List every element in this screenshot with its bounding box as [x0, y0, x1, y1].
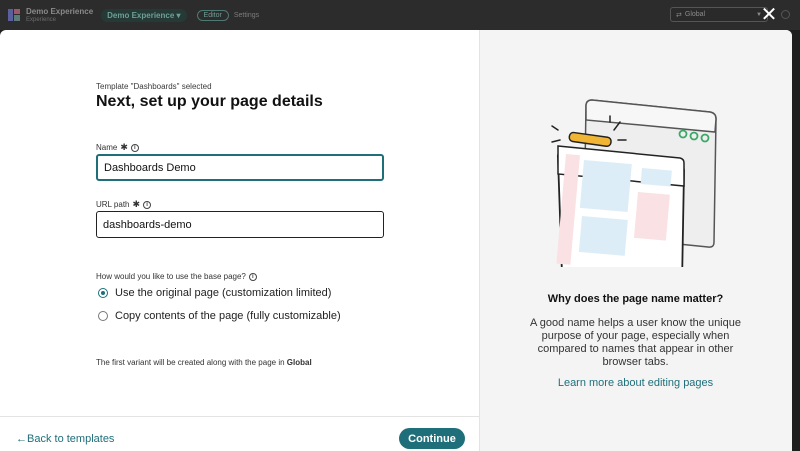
base-page-question: How would you like to use the base page?… [96, 272, 257, 281]
url-label-text: URL path [96, 200, 130, 209]
option-copy-page[interactable]: Copy contents of the page (fully customi… [98, 310, 341, 322]
modal-footer: ←Back to templates Continue [0, 416, 480, 451]
app-name: Demo Experience Experience [26, 6, 94, 23]
selected-template-label: Template "Dashboards" selected [96, 82, 212, 91]
option-original-label: Use the original page (customization lim… [115, 287, 332, 299]
name-input[interactable] [96, 154, 384, 181]
help-panel: Why does the page name matter? A good na… [480, 30, 792, 451]
back-to-templates-link[interactable]: ←Back to templates [16, 433, 114, 445]
help-heading: Why does the page name matter? [547, 293, 724, 305]
help-icon[interactable] [781, 10, 790, 19]
learn-more-link[interactable]: Learn more about editing pages [480, 377, 791, 389]
app-subtitle: Experience [26, 16, 57, 23]
radio-checked[interactable] [98, 288, 108, 298]
url-field-label: URL path ✱ i [96, 199, 152, 210]
required-asterisk-icon: ✱ [120, 142, 128, 152]
radio-unchecked[interactable] [98, 311, 108, 321]
app-header: Demo Experience Experience Demo Experien… [0, 0, 800, 30]
back-label: Back to templates [27, 433, 115, 445]
footnote-locale: Global [286, 358, 312, 367]
arrow-left-icon: ← [16, 433, 27, 445]
close-icon[interactable]: ✕ [760, 5, 778, 25]
experience-select[interactable]: Demo Experience ▾ [101, 8, 187, 22]
page-details-form: Template "Dashboards" selected Next, set… [0, 30, 480, 451]
experience-select-label: Demo Experience [107, 10, 175, 20]
mode-editor[interactable]: Editor [196, 9, 229, 21]
name-field-label: Name ✱ i [96, 142, 139, 153]
info-icon[interactable]: i [143, 200, 152, 209]
app-logo-icon [8, 9, 20, 21]
base-page-question-text: How would you like to use the base page? [96, 272, 246, 281]
mode-toggle[interactable]: Editor Settings [196, 9, 259, 21]
page-title: Next, set up your page details [96, 93, 323, 110]
footnote-text: The first variant will be created along … [96, 358, 287, 367]
url-path-input[interactable] [96, 211, 384, 238]
mode-settings[interactable]: Settings [234, 12, 259, 19]
option-original-page[interactable]: Use the original page (customization lim… [98, 287, 331, 299]
locale-select[interactable]: ⇄ Global ▼ [670, 7, 768, 22]
create-page-modal: Template "Dashboards" selected Next, set… [0, 30, 792, 451]
browser-window-illustration [551, 99, 717, 267]
option-copy-label: Copy contents of the page (fully customi… [115, 310, 341, 322]
required-asterisk-icon: ✱ [132, 199, 141, 209]
language-icon: ⇄ [676, 11, 682, 19]
name-label-text: Name [96, 143, 118, 152]
info-icon[interactable]: i [130, 143, 139, 152]
app-title: Demo Experience [26, 6, 94, 16]
info-icon[interactable]: i [248, 272, 257, 281]
variant-footnote: The first variant will be created along … [96, 358, 312, 367]
locale-select-label: Global [684, 11, 706, 18]
chevron-down-icon: ▾ [176, 10, 181, 20]
continue-button[interactable]: Continue [399, 428, 465, 449]
help-body: A good name helps a user know the unique… [530, 317, 741, 368]
